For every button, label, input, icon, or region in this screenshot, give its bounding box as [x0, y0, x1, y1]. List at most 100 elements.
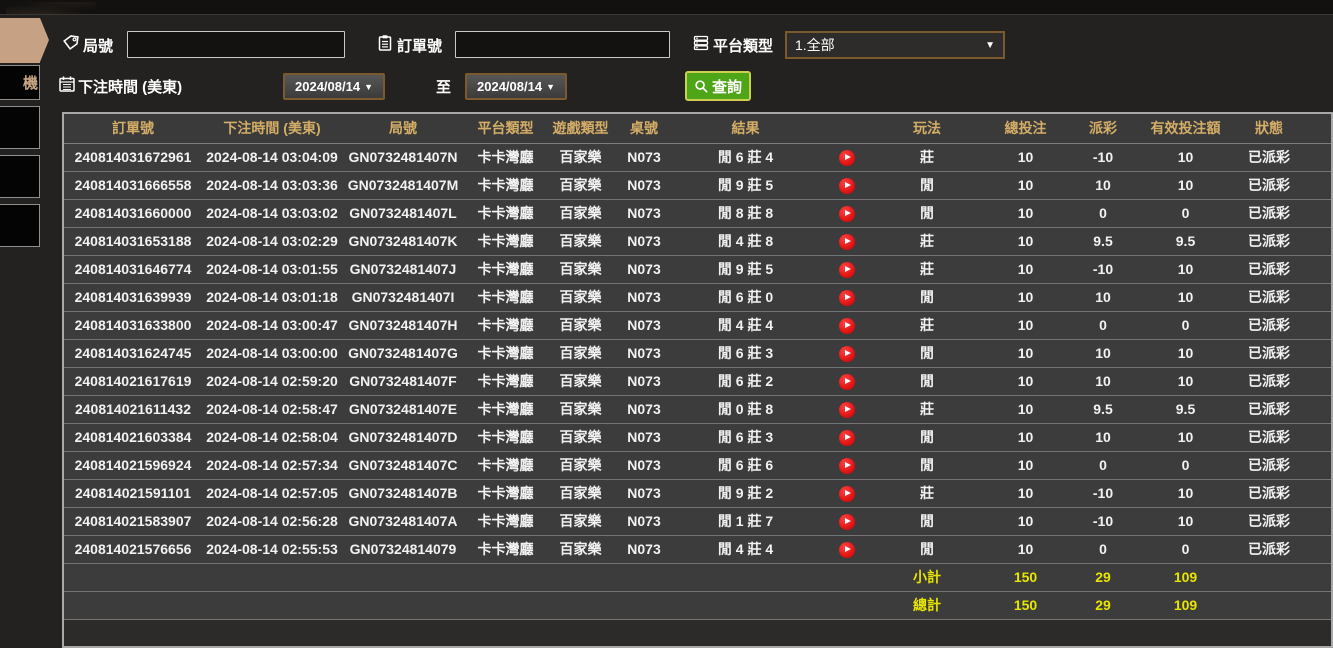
- payout-cell: -10: [1074, 255, 1132, 284]
- game-type-cell: 百家樂: [547, 535, 614, 564]
- result-video-cell: [817, 535, 877, 564]
- round-no-input[interactable]: [127, 31, 345, 58]
- result-video-cell: [817, 451, 877, 480]
- play-video-icon[interactable]: [839, 541, 855, 558]
- platform-cell: 卡卡灣廳: [464, 171, 547, 200]
- round-no-cell: GN0732481407A: [342, 507, 464, 536]
- payout-cell: 9.5: [1074, 395, 1132, 424]
- platform-cell: 卡卡灣廳: [464, 227, 547, 256]
- bet-time-cell: 2024-08-14 03:04:09: [202, 143, 342, 172]
- play-video-icon[interactable]: [839, 233, 855, 250]
- total-bet-cell: 10: [977, 311, 1074, 340]
- play-video-icon[interactable]: [839, 177, 855, 194]
- table-row: 240814031639939 2024-08-14 03:01:18 GN0732…: [64, 283, 1331, 312]
- play-video-icon[interactable]: [839, 373, 855, 390]
- sidebar-item-3[interactable]: [0, 155, 40, 198]
- bet-time-cell: 2024-08-14 03:00:00: [202, 339, 342, 368]
- platform-cell: 卡卡灣廳: [464, 367, 547, 396]
- platform-cell: 卡卡灣廳: [464, 255, 547, 284]
- status-cell: 已派彩: [1239, 395, 1299, 424]
- total-bet-cell: 10: [977, 283, 1074, 312]
- result-cell: 閒 6 莊 2: [674, 367, 817, 396]
- table-no-cell: N073: [614, 143, 674, 172]
- play-video-icon[interactable]: [839, 457, 855, 474]
- payout-cell: 0: [1074, 311, 1132, 340]
- table-no-cell: N073: [614, 535, 674, 564]
- game-type-cell: 百家樂: [547, 283, 614, 312]
- valid-bet-cell: 0: [1132, 311, 1239, 340]
- platform-cell: 卡卡灣廳: [464, 283, 547, 312]
- payout-cell: 9.5: [1074, 227, 1132, 256]
- round-no-cell: GN0732481407H: [342, 311, 464, 340]
- platform-type-select[interactable]: 1.全部 ▼: [785, 31, 1005, 59]
- round-no-cell: GN0732481407D: [342, 423, 464, 452]
- game-type-cell: 百家樂: [547, 395, 614, 424]
- game-type-cell: 百家樂: [547, 311, 614, 340]
- column-header: 下注時間 (美東): [202, 114, 342, 144]
- valid-bet-cell: 10: [1132, 479, 1239, 508]
- bet-time-cell: 2024-08-14 03:01:55: [202, 255, 342, 284]
- round-no-cell: GN0732481407L: [342, 199, 464, 228]
- play-video-icon[interactable]: [839, 429, 855, 446]
- result-cell: 閒 6 莊 3: [674, 423, 817, 452]
- game-type-cell: 百家樂: [547, 143, 614, 172]
- table-row: 240814031624745 2024-08-14 03:00:00 GN0732…: [64, 339, 1331, 368]
- sidebar-item-2[interactable]: [0, 106, 40, 149]
- sidebar-item-4[interactable]: [0, 204, 40, 247]
- date-to-select[interactable]: 2024/08/14 ▼: [465, 73, 567, 100]
- play-cell: 莊: [877, 479, 977, 508]
- play-cell: 莊: [877, 227, 977, 256]
- order-no-input[interactable]: [455, 31, 670, 58]
- play-cell: 莊: [877, 143, 977, 172]
- table-row: 240814021596924 2024-08-14 02:57:34 GN0732…: [64, 451, 1331, 480]
- payout-cell: 10: [1074, 367, 1132, 396]
- clipped-cell: [1299, 535, 1331, 564]
- play-cell: 莊: [877, 311, 977, 340]
- clipped-cell: [1299, 227, 1331, 256]
- play-video-icon[interactable]: [839, 149, 855, 166]
- status-cell: 已派彩: [1239, 479, 1299, 508]
- play-cell: 閒: [877, 507, 977, 536]
- play-video-icon[interactable]: [839, 345, 855, 362]
- clipped-cell: [1299, 255, 1331, 284]
- play-video-icon[interactable]: [839, 317, 855, 334]
- game-type-cell: 百家樂: [547, 199, 614, 228]
- result-video-cell: [817, 227, 877, 256]
- chevron-down-icon: ▼: [985, 39, 995, 51]
- game-type-cell: 百家樂: [547, 367, 614, 396]
- play-video-icon[interactable]: [839, 485, 855, 502]
- date-from-select[interactable]: 2024/08/14 ▼: [283, 73, 385, 100]
- order-no-cell: 240814021603384: [64, 423, 202, 452]
- play-cell: 閒: [877, 283, 977, 312]
- sidebar-item-machine[interactable]: 機: [0, 65, 40, 100]
- status-cell: 已派彩: [1239, 283, 1299, 312]
- play-cell: 閒: [877, 339, 977, 368]
- total-bet-cell: 10: [977, 535, 1074, 564]
- order-no-cell: 240814031624745: [64, 339, 202, 368]
- platform-cell: 卡卡灣廳: [464, 199, 547, 228]
- play-video-icon[interactable]: [839, 513, 855, 530]
- order-no-cell: 240814031672961: [64, 143, 202, 172]
- column-header: 狀態: [1239, 114, 1299, 144]
- bet-time-label: 下注時間 (美東): [78, 79, 183, 96]
- play-video-icon[interactable]: [839, 401, 855, 418]
- bet-time-cell: 2024-08-14 02:57:34: [202, 451, 342, 480]
- result-cell: 閒 0 莊 8: [674, 395, 817, 424]
- sidebar-item-selected[interactable]: [0, 18, 49, 63]
- order-no-cell: 240814031639939: [64, 283, 202, 312]
- bet-time-cell: 2024-08-14 02:58:47: [202, 395, 342, 424]
- play-video-icon[interactable]: [839, 261, 855, 278]
- order-no-cell: 240814021596924: [64, 451, 202, 480]
- search-button[interactable]: 查詢: [685, 71, 752, 101]
- table-row: 240814031646774 2024-08-14 03:01:55 GN0732…: [64, 255, 1331, 284]
- play-video-icon[interactable]: [839, 289, 855, 306]
- result-video-cell: [817, 199, 877, 228]
- table-row: 240814021611432 2024-08-14 02:58:47 GN0732…: [64, 395, 1331, 424]
- payout-cell: 0: [1074, 535, 1132, 564]
- clipped-cell: [1299, 311, 1331, 340]
- play-video-icon[interactable]: [839, 205, 855, 222]
- table-no-cell: N073: [614, 171, 674, 200]
- clipped-cell: [1299, 479, 1331, 508]
- valid-bet-cell: 0: [1132, 199, 1239, 228]
- valid-bet-cell: 10: [1132, 171, 1239, 200]
